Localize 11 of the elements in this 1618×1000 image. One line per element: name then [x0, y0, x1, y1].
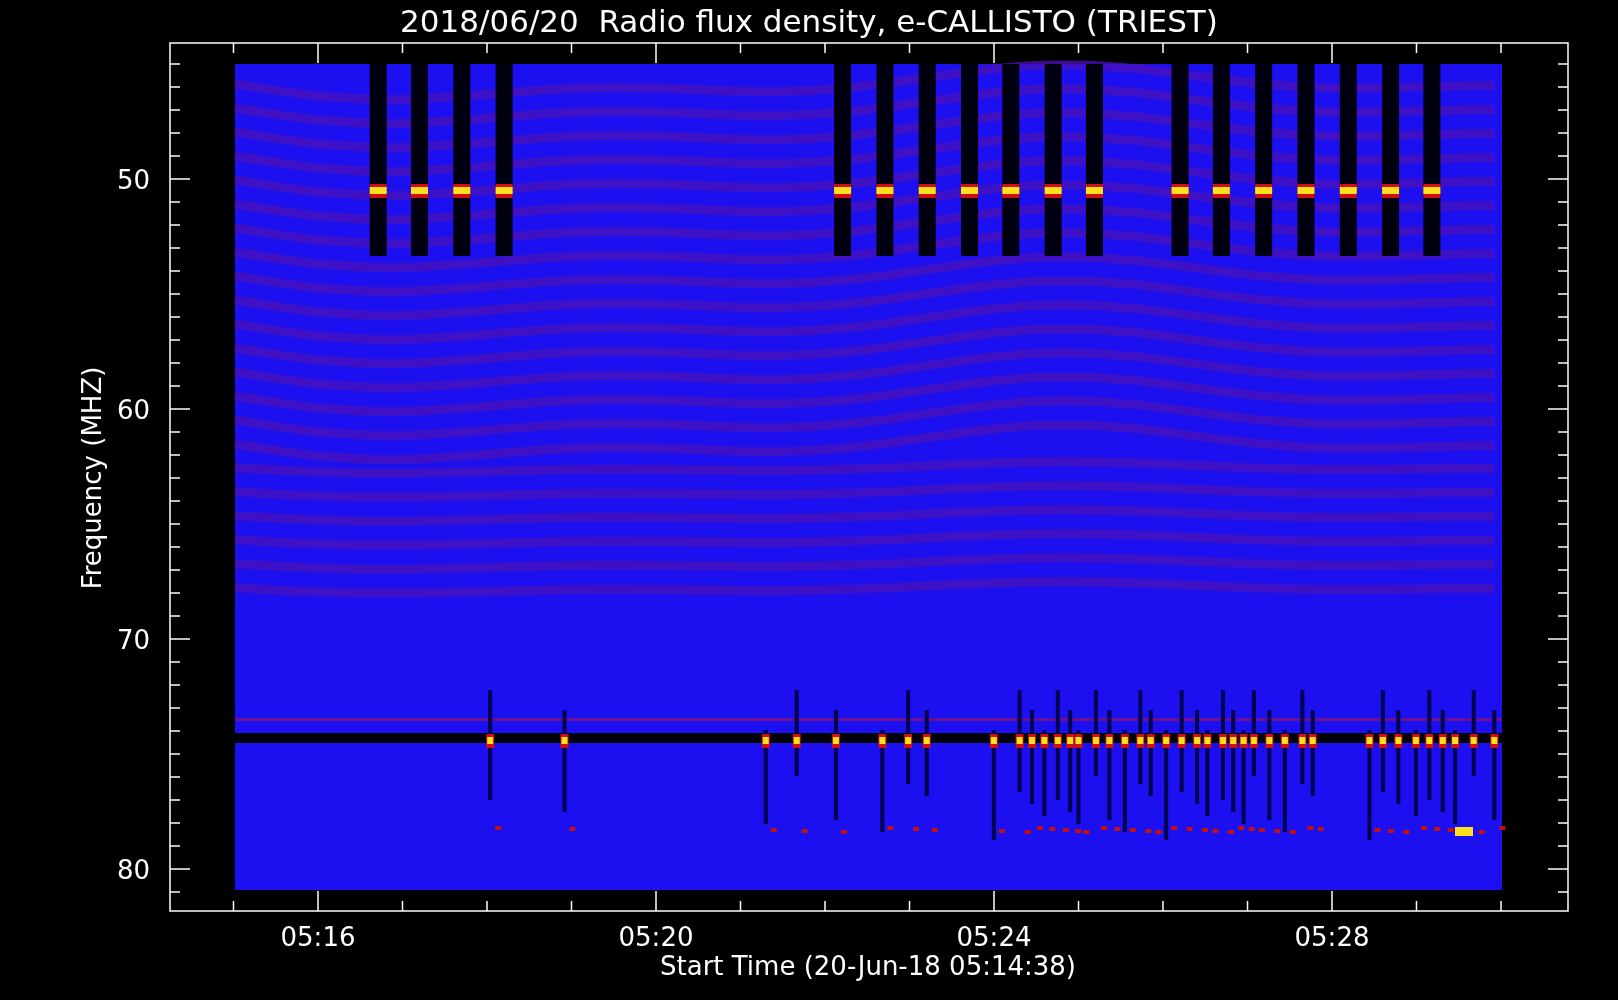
x-tick-label: 05:28	[1294, 922, 1370, 952]
y-tick-label: 70	[116, 625, 150, 655]
x-tick-label: 05:24	[956, 922, 1032, 952]
x-tick-label: 05:20	[618, 922, 694, 952]
chart-title: 2018/06/20 Radio flux density, e-CALLISTO (TRIEST)	[400, 3, 1218, 39]
y-tick-label: 60	[116, 395, 150, 425]
x-axis-label: Start Time (20-Jun-18 05:14:38)	[660, 951, 1076, 981]
y-axis-label: Frequency (MHZ)	[77, 366, 107, 590]
y-tick-label: 50	[116, 165, 150, 195]
y-tick-label: 80	[116, 855, 150, 885]
x-tick-label: 05:16	[280, 922, 356, 952]
